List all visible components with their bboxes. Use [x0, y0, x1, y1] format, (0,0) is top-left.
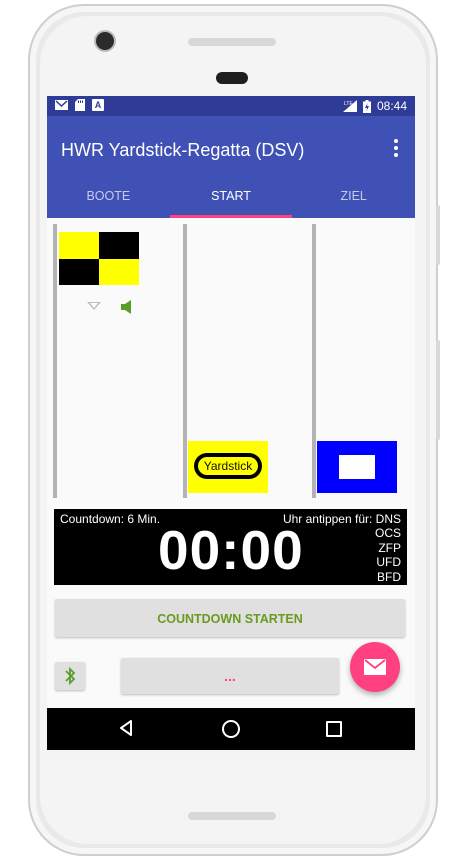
- sdcard-icon: [75, 99, 85, 111]
- triangle-down-icon[interactable]: [87, 302, 101, 310]
- back-icon[interactable]: [119, 720, 133, 736]
- phone-volume-button: [436, 340, 440, 440]
- battery-icon: [362, 99, 371, 113]
- bottom-speaker: [188, 812, 276, 820]
- app-title: HWR Yardstick-Regatta (DSV): [61, 140, 305, 160]
- code-ufd: UFD: [376, 555, 401, 569]
- status-codes: OCS ZFP UFD BFD: [375, 526, 401, 584]
- proximity-sensor: [216, 72, 248, 84]
- tab-boote[interactable]: BOOTE: [47, 178, 170, 218]
- app-icon: A: [92, 99, 104, 111]
- code-zfp: ZFP: [378, 540, 401, 555]
- timer-display[interactable]: 00:00: [158, 519, 304, 581]
- recents-icon[interactable]: [326, 721, 342, 737]
- bluetooth-button[interactable]: [55, 662, 85, 690]
- phone-side-button: [436, 205, 440, 265]
- code-bfd: BFD: [377, 569, 401, 584]
- lane-divider-2: [183, 224, 187, 498]
- dots-button[interactable]: ...: [121, 658, 339, 694]
- yardstick-logo: Yardstick: [194, 453, 262, 479]
- code-ocs: OCS: [374, 526, 401, 540]
- tab-bar: BOOTE START ZIEL: [47, 178, 415, 218]
- lane-divider-1: [53, 224, 57, 498]
- blue-peter-flag[interactable]: [317, 441, 397, 493]
- notification-icons: A: [55, 99, 104, 111]
- system-icons: LTE 08:44: [342, 99, 407, 113]
- bluetooth-icon: [65, 666, 76, 686]
- speaker-icon[interactable]: [121, 300, 133, 314]
- mail-icon: [364, 659, 386, 675]
- gmail-icon: [55, 100, 68, 110]
- yardstick-flag[interactable]: Yardstick: [188, 441, 268, 493]
- mail-fab[interactable]: [350, 642, 400, 692]
- blue-peter-center: [339, 455, 375, 479]
- tab-start[interactable]: START: [169, 178, 293, 218]
- app-screen: A LTE 08:44 HWR Yardstick-Regatta (DSV) …: [47, 96, 415, 750]
- countdown-label: Countdown: 6 Min.: [60, 512, 161, 526]
- yardstick-label: Yardstick: [198, 457, 258, 475]
- lte-signal-icon: LTE: [342, 100, 357, 112]
- home-icon[interactable]: [222, 720, 240, 738]
- tab-ziel[interactable]: ZIEL: [292, 178, 415, 218]
- countdown-start-button[interactable]: COUNTDOWN STARTEN: [55, 599, 405, 637]
- navigation-bar: [47, 708, 415, 750]
- timer-panel[interactable]: Countdown: 6 Min. Uhr antippen für: DNS …: [54, 509, 407, 585]
- status-bar: A LTE 08:44: [47, 96, 415, 116]
- app-bar: HWR Yardstick-Regatta (DSV): [47, 116, 415, 178]
- front-camera: [96, 32, 114, 50]
- clock-time: 08:44: [376, 99, 407, 113]
- svg-text:LTE: LTE: [344, 101, 353, 107]
- checkered-flag[interactable]: [59, 232, 139, 285]
- overflow-menu-icon[interactable]: [393, 139, 399, 157]
- lane-divider-3: [312, 224, 316, 498]
- earpiece-speaker: [188, 38, 276, 46]
